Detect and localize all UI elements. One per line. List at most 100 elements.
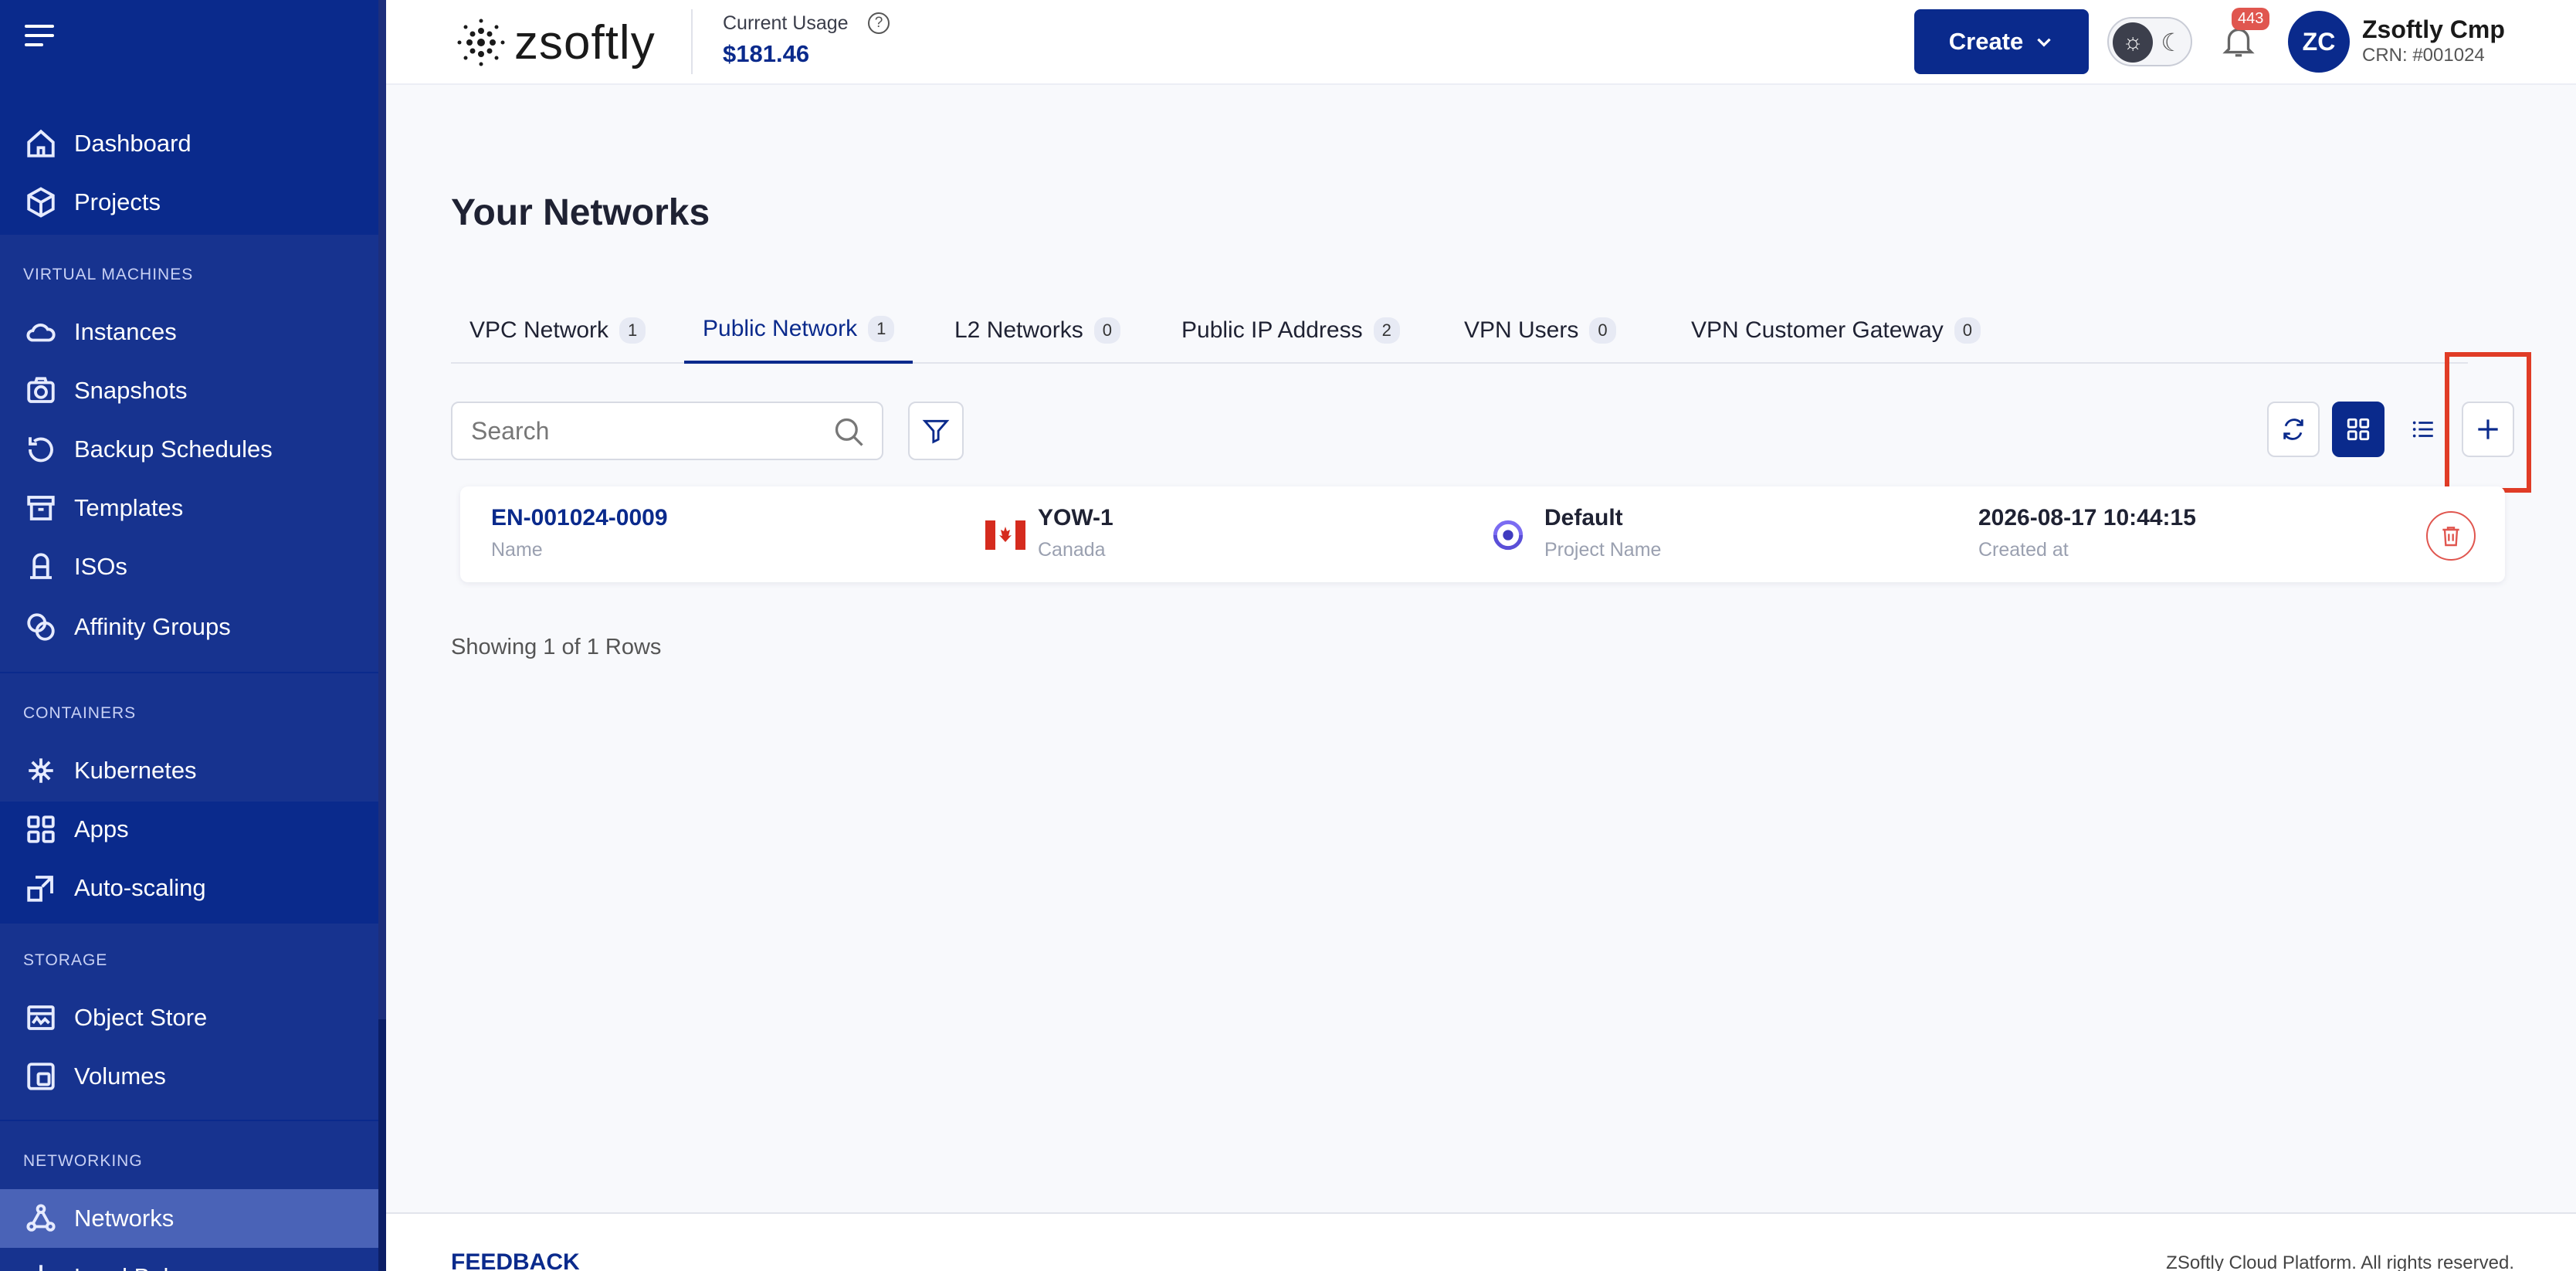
user-crn: CRN: #001024 [2362,45,2485,66]
page-title: Your Networks [451,192,710,233]
sidebar-item-label: Volumes [74,1063,166,1090]
search-input[interactable]: Search [451,402,883,460]
box-icon [23,185,59,220]
sidebar-item-volumes[interactable]: Volumes [0,1047,378,1106]
object-store-icon [23,1000,59,1035]
sidebar-item-object-store[interactable]: Object Store [0,988,378,1047]
tab-public-network[interactable]: Public Network 1 [684,297,913,364]
sidebar-scrollbar[interactable] [378,0,386,1271]
sidebar-item-projects[interactable]: Projects [0,173,378,232]
row-project: Default [1544,505,1623,530]
top-header: zsoftly Current Usage ? $181.46 Create ☼… [386,0,2576,85]
refresh-button[interactable] [2267,402,2320,457]
grid-icon [2347,418,2370,441]
theme-toggle[interactable]: ☼ ☾ [2107,17,2192,66]
row-network-name[interactable]: EN-001024-0009 [491,505,668,531]
network-tabs: VPC Network 1 Public Network 1 L2 Networ… [451,297,2468,364]
sidebar-scrollbar-thumb[interactable] [378,0,386,1019]
sidebar-item-label: ISOs [74,553,127,580]
sidebar-item-auto-scaling[interactable]: Auto-scaling [0,859,378,917]
tab-count: 1 [868,316,895,342]
tab-count: 2 [1373,317,1400,344]
tab-label: VPN Users [1464,317,1579,343]
row-zone-label: Canada [1038,539,1106,561]
sidebar-item-backup-schedules[interactable]: Backup Schedules [0,420,378,479]
sidebar-item-label: Affinity Groups [74,613,231,640]
rows-count: Showing 1 of 1 Rows [451,635,662,659]
iso-icon [23,549,59,585]
search-placeholder: Search [471,416,550,445]
tab-vpc-network[interactable]: VPC Network 1 [451,297,664,364]
logo[interactable]: zsoftly [456,15,656,69]
sidebar-item-kubernetes[interactable]: Kubernetes [0,741,378,800]
cloud-icon [23,314,59,350]
tab-l2-networks[interactable]: L2 Networks 0 [936,297,1139,364]
logo-text: zsoftly [514,15,656,69]
project-icon [1493,520,1524,551]
tab-vpn-users[interactable]: VPN Users 0 [1446,297,1635,364]
hamburger-menu-icon[interactable] [25,25,56,51]
apps-icon [23,812,59,847]
sidebar-item-label: Instances [74,318,177,345]
network-icon [23,1201,59,1236]
row-project-label: Project Name [1544,539,1662,561]
delete-button[interactable] [2426,511,2476,561]
sun-icon: ☼ [2113,22,2153,63]
usage-value: $181.46 [723,40,810,67]
section-label-storage: STORAGE [23,951,108,969]
tab-label: Public IP Address [1181,317,1363,343]
chevron-down-icon [2037,38,2051,47]
sidebar-item-affinity-groups[interactable]: Affinity Groups [0,598,378,656]
create-button[interactable]: Create [1914,9,2089,74]
filter-button[interactable] [908,402,964,460]
grid-view-button[interactable] [2332,402,2384,457]
tab-label: VPN Customer Gateway [1691,317,1944,343]
list-view-button[interactable] [2397,402,2449,457]
affinity-icon [23,609,59,645]
row-zone: YOW-1 [1038,505,1113,530]
sidebar-item-label: Kubernetes [74,757,197,784]
row-name-label: Name [491,539,543,561]
kubernetes-icon [23,753,59,788]
network-row[interactable]: EN-001024-0009 Name YOW-1 Canada Default… [460,486,2505,582]
sidebar-item-label: Auto-scaling [74,874,206,901]
row-created-label: Created at [1978,539,2069,561]
logo-mark-icon [457,19,505,66]
section-label-virtual-machines: VIRTUAL MACHINES [23,266,194,283]
user-name[interactable]: Zsoftly Cmp [2362,15,2505,44]
sidebar-item-label: Load Bal [74,1263,168,1271]
sidebar-item-dashboard[interactable]: Dashboard [0,114,378,173]
sidebar-item-label: Templates [74,494,184,521]
sidebar-item-load-balancer[interactable]: Load Bal [0,1248,378,1271]
section-label-containers: CONTAINERS [23,704,137,722]
sidebar-item-templates[interactable]: Templates [0,479,378,537]
tab-label: VPC Network [469,317,609,343]
history-icon [23,432,59,467]
search-icon[interactable] [832,415,866,449]
volumes-icon [23,1059,59,1094]
feedback-link[interactable]: FEEDBACK [451,1249,580,1271]
home-icon [23,126,59,161]
copyright: ZSoftly Cloud Platform. All rights reser… [2166,1252,2514,1271]
sidebar-item-networks[interactable]: Networks [0,1189,378,1248]
archive-icon [23,490,59,526]
autoscale-icon [23,870,59,906]
filter-icon [922,419,950,444]
sidebar-item-isos[interactable]: ISOs [0,537,378,596]
tab-count: 1 [619,317,646,344]
sidebar-item-label: Object Store [74,1004,208,1031]
sidebar-item-snapshots[interactable]: Snapshots [0,361,378,420]
help-icon[interactable]: ? [868,12,890,34]
footer: FEEDBACK ZSoftly Cloud Platform. All rig… [386,1212,2576,1271]
notification-badge: 443 [2232,8,2270,30]
avatar[interactable]: ZC [2288,11,2350,73]
tab-count: 0 [1954,317,1981,344]
sidebar-item-apps[interactable]: Apps [0,800,378,859]
sidebar-item-label: Snapshots [74,377,188,404]
create-button-label: Create [1948,28,2024,55]
tab-vpn-customer-gateway[interactable]: VPN Customer Gateway 0 [1673,297,1999,364]
sidebar-item-instances[interactable]: Instances [0,303,378,361]
tab-public-ip-address[interactable]: Public IP Address 2 [1163,297,1418,364]
sidebar: Dashboard Projects VIRTUAL MACHINES Inst… [0,0,386,1271]
highlight-box [2445,352,2531,493]
